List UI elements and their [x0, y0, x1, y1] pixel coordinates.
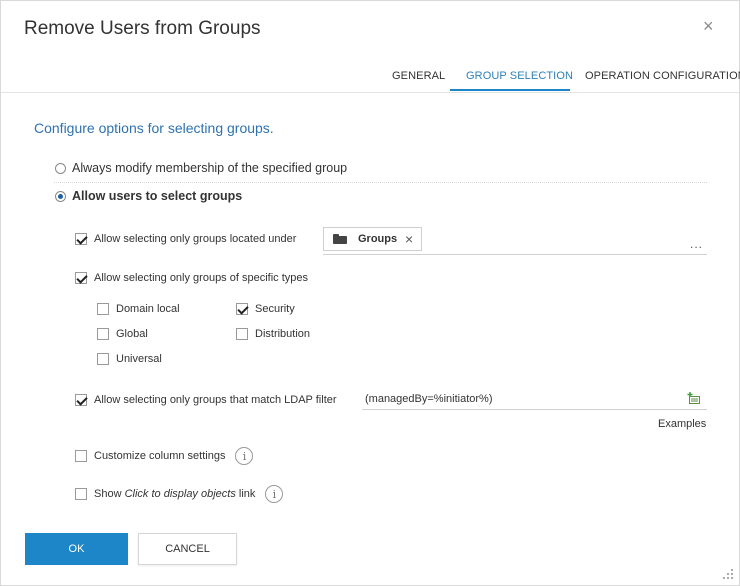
security-checkbox[interactable] [236, 303, 248, 315]
divider [54, 182, 707, 183]
dialog: Remove Users from Groups × GENERAL GROUP… [0, 0, 740, 586]
container-picker[interactable]: Groups × [323, 227, 707, 255]
resize-grip-icon[interactable] [721, 567, 735, 581]
type-distribution[interactable]: Distribution [236, 328, 310, 340]
container-chip: Groups × [323, 227, 422, 251]
radio-unchecked-icon[interactable] [55, 162, 66, 174]
located-under-option[interactable]: Allow selecting only groups located unde… [75, 233, 296, 245]
located-under-checkbox[interactable] [75, 233, 87, 245]
universal-checkbox[interactable] [97, 353, 109, 365]
customize-columns-checkbox[interactable] [75, 450, 87, 462]
radio-checked-icon[interactable] [55, 190, 66, 202]
customize-columns-option[interactable]: Customize column settings i [75, 447, 254, 465]
specific-types-label: Allow selecting only groups of specific … [94, 272, 308, 284]
folder-icon [333, 234, 347, 244]
radio-allow-select-label: Allow users to select groups [72, 189, 243, 203]
show-link-option[interactable]: Show Click to display objects link i [75, 485, 284, 503]
universal-label: Universal [116, 353, 162, 365]
domain-local-checkbox[interactable] [97, 303, 109, 315]
tab-group-selection[interactable]: GROUP SELECTION [466, 70, 573, 82]
global-label: Global [116, 328, 148, 340]
ldap-filter-option[interactable]: Allow selecting only groups that match L… [75, 394, 337, 406]
close-icon[interactable]: × [703, 17, 714, 35]
info-icon[interactable]: i [235, 447, 254, 465]
distribution-label: Distribution [255, 328, 311, 340]
show-link-italic: Click to display objects [124, 488, 236, 500]
specific-types-option[interactable]: Allow selecting only groups of specific … [75, 272, 308, 284]
customize-columns-label: Customize column settings [94, 450, 226, 462]
show-link-prefix: Show [94, 488, 125, 500]
radio-allow-select[interactable]: Allow users to select groups [55, 189, 242, 203]
global-checkbox[interactable] [97, 328, 109, 340]
tab-operation-configuration[interactable]: OPERATION CONFIGURATION [585, 70, 740, 82]
cancel-button[interactable]: CANCEL [138, 533, 237, 565]
type-domain-local[interactable]: Domain local [97, 303, 180, 315]
type-global[interactable]: Global [97, 328, 148, 340]
examples-link[interactable]: Examples [658, 418, 706, 430]
domain-local-label: Domain local [116, 303, 180, 315]
chip-remove-icon[interactable]: × [405, 231, 413, 247]
radio-always-modify-label: Always modify membership of the specifie… [72, 161, 348, 175]
ldap-filter-label: Allow selecting only groups that match L… [94, 394, 337, 406]
ldap-filter-input[interactable]: (managedBy=%initiator%) [362, 389, 707, 410]
specific-types-checkbox[interactable] [75, 272, 87, 284]
type-universal[interactable]: Universal [97, 353, 162, 365]
tab-general[interactable]: GENERAL [392, 70, 445, 82]
type-security[interactable]: Security [236, 303, 295, 315]
section-title: Configure options for selecting groups. [34, 120, 274, 136]
browse-button[interactable]: ... [690, 237, 703, 251]
ok-button[interactable]: OK [25, 533, 128, 565]
ldap-filter-checkbox[interactable] [75, 394, 87, 406]
active-tab-indicator [450, 89, 570, 91]
dialog-title: Remove Users from Groups [24, 18, 261, 39]
container-chip-label: Groups [358, 233, 398, 245]
show-link-suffix: link [235, 488, 256, 500]
filter-builder-icon[interactable] [687, 392, 701, 404]
radio-always-modify[interactable]: Always modify membership of the specifie… [55, 161, 347, 175]
located-under-label: Allow selecting only groups located unde… [94, 233, 297, 245]
show-link-checkbox[interactable] [75, 488, 87, 500]
distribution-checkbox[interactable] [236, 328, 248, 340]
security-label: Security [255, 303, 295, 315]
info-icon[interactable]: i [265, 485, 284, 503]
tab-bar: GENERAL GROUP SELECTION OPERATION CONFIG… [1, 59, 740, 93]
